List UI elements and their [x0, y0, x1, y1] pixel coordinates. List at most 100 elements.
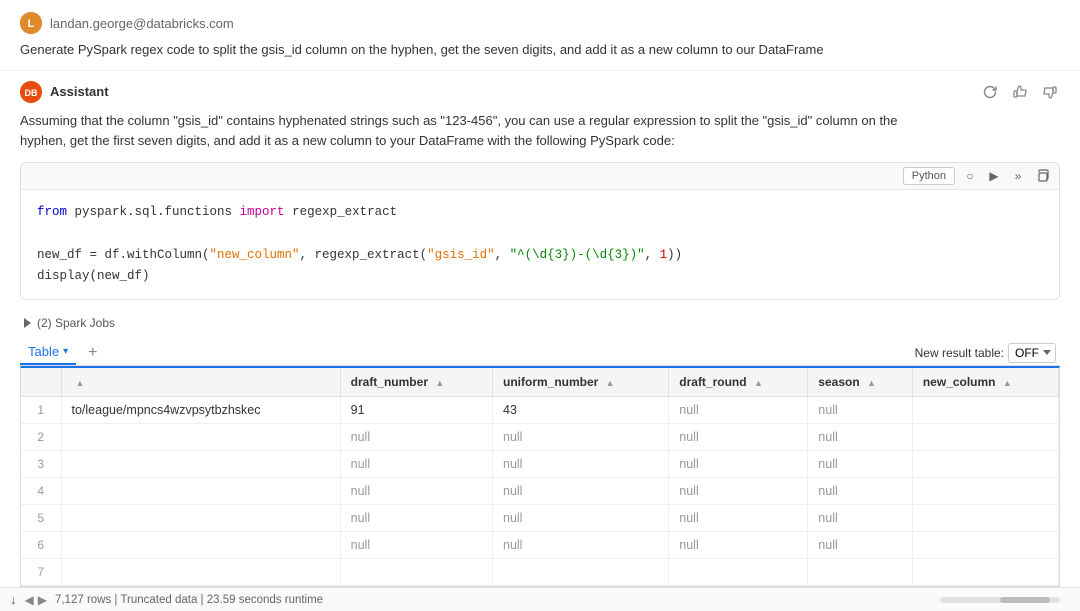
table-row: 3 null null null null	[21, 451, 1059, 478]
cell-draft-round	[669, 559, 808, 586]
cell-new-column	[912, 559, 1058, 586]
col-draft-round: draft_round ▲	[669, 368, 808, 397]
sort-icon-draft-number[interactable]: ▲	[435, 378, 444, 388]
user-section: L landan.george@databricks.com Generate …	[0, 0, 1080, 71]
cell-uniform-number	[493, 559, 669, 586]
copy-icon[interactable]	[1033, 167, 1051, 185]
bottom-bar: ↓ ◀ ▶ 7,127 rows | Truncated data | 23.5…	[0, 587, 1080, 611]
user-header: L landan.george@databricks.com	[20, 12, 1060, 34]
assistant-actions	[980, 82, 1060, 102]
cell-season: null	[808, 451, 913, 478]
sort-icon-new-column[interactable]: ▲	[1003, 378, 1012, 388]
code-toolbar: Python ○ ▶ »	[21, 163, 1059, 190]
sort-icon-unnamed[interactable]: ▲	[76, 378, 85, 388]
row-count: 7,127 rows | Truncated data | 23.59 seco…	[55, 594, 323, 606]
code-line-4: display(new_df)	[37, 266, 1043, 287]
next-page-button[interactable]: ▶	[38, 593, 47, 607]
language-badge: Python	[903, 167, 955, 185]
assistant-text: Assuming that the column "gsis_id" conta…	[20, 111, 1060, 153]
cell-new-column	[912, 532, 1058, 559]
thumbs-down-icon[interactable]	[1040, 82, 1060, 102]
cell-unnamed: to/league/mpncs4wzvpsytbzhskec	[61, 397, 340, 424]
spark-jobs-row[interactable]: (2) Spark Jobs	[20, 310, 1060, 336]
more-icon[interactable]: »	[1009, 167, 1027, 185]
cell-new-column	[912, 397, 1058, 424]
circle-icon[interactable]: ○	[961, 167, 979, 185]
cell-uniform-number: null	[493, 505, 669, 532]
data-table: ▲ draft_number ▲ uniform_number ▲ draft_…	[21, 368, 1059, 586]
spark-jobs-label: (2) Spark Jobs	[37, 316, 115, 330]
user-email: landan.george@databricks.com	[50, 16, 234, 31]
add-tab-button[interactable]: +	[82, 342, 103, 364]
user-avatar: L	[20, 12, 42, 34]
cell-new-column	[912, 451, 1058, 478]
cell-unnamed	[61, 505, 340, 532]
table-body: 1 to/league/mpncs4wzvpsytbzhskec 91 43 n…	[21, 397, 1059, 586]
table-row: 7	[21, 559, 1059, 586]
cell-unnamed	[61, 559, 340, 586]
thumbs-up-icon[interactable]	[1010, 82, 1030, 102]
col-new-column: new_column ▲	[912, 368, 1058, 397]
cell-season: null	[808, 397, 913, 424]
page-wrapper: L landan.george@databricks.com Generate …	[0, 0, 1080, 611]
cell-row-num: 2	[21, 424, 61, 451]
cell-season	[808, 559, 913, 586]
download-icon[interactable]: ↓	[10, 592, 17, 607]
table-header: ▲ draft_number ▲ uniform_number ▲ draft_…	[21, 368, 1059, 397]
cell-unnamed	[61, 532, 340, 559]
sort-icon-season[interactable]: ▲	[867, 378, 876, 388]
cell-draft-number: null	[340, 451, 492, 478]
col-draft-number: draft_number ▲	[340, 368, 492, 397]
sort-icon-draft-round[interactable]: ▲	[754, 378, 763, 388]
table-row: 4 null null null null	[21, 478, 1059, 505]
assistant-header: DB Assistant	[20, 81, 1060, 103]
sort-icon-uniform-number[interactable]: ▲	[606, 378, 615, 388]
cell-row-num: 5	[21, 505, 61, 532]
assistant-section: DB Assistant	[0, 71, 1080, 588]
new-result-select[interactable]: OFF ON	[1008, 343, 1056, 363]
cell-draft-round: null	[669, 397, 808, 424]
cell-new-column	[912, 505, 1058, 532]
cell-draft-round: null	[669, 478, 808, 505]
refresh-icon[interactable]	[980, 82, 1000, 102]
table-tab-label: Table	[28, 344, 59, 359]
cell-row-num: 4	[21, 478, 61, 505]
code-area: from pyspark.sql.functions import regexp…	[21, 190, 1059, 299]
cell-unnamed	[61, 424, 340, 451]
cell-draft-number	[340, 559, 492, 586]
cell-draft-round: null	[669, 424, 808, 451]
table-row: 2 null null null null	[21, 424, 1059, 451]
cell-uniform-number: null	[493, 424, 669, 451]
tab-bar: Table ▾ + New result table: OFF ON	[20, 336, 1060, 366]
cell-draft-round: null	[669, 532, 808, 559]
run-icon[interactable]: ▶	[985, 167, 1003, 185]
svg-text:DB: DB	[25, 88, 38, 98]
assistant-avatar: DB	[20, 81, 42, 103]
cell-row-num: 6	[21, 532, 61, 559]
cell-row-num: 3	[21, 451, 61, 478]
cell-draft-number: null	[340, 505, 492, 532]
cell-draft-round: null	[669, 505, 808, 532]
code-block: Python ○ ▶ » from pyspark.sql.functions …	[20, 162, 1060, 300]
scrollbar-thumb	[1000, 597, 1050, 603]
horizontal-scrollbar[interactable]	[940, 597, 1060, 603]
table-tab[interactable]: Table ▾	[20, 340, 76, 365]
cell-season: null	[808, 505, 913, 532]
tab-left: Table ▾ +	[20, 340, 103, 365]
cell-uniform-number: null	[493, 451, 669, 478]
cell-row-num: 7	[21, 559, 61, 586]
col-season: season ▲	[808, 368, 913, 397]
data-table-wrapper: ▲ draft_number ▲ uniform_number ▲ draft_…	[20, 366, 1060, 587]
prev-page-button[interactable]: ◀	[25, 593, 34, 607]
cell-new-column	[912, 478, 1058, 505]
cell-uniform-number: null	[493, 478, 669, 505]
cell-draft-number: null	[340, 532, 492, 559]
cell-uniform-number: null	[493, 532, 669, 559]
cell-new-column	[912, 424, 1058, 451]
nav-arrows: ◀ ▶	[25, 593, 47, 607]
table-row: 6 null null null null	[21, 532, 1059, 559]
assistant-label: Assistant	[50, 84, 109, 99]
header-row: ▲ draft_number ▲ uniform_number ▲ draft_…	[21, 368, 1059, 397]
table-row: 1 to/league/mpncs4wzvpsytbzhskec 91 43 n…	[21, 397, 1059, 424]
bottom-left: ↓ ◀ ▶ 7,127 rows | Truncated data | 23.5…	[10, 592, 323, 607]
